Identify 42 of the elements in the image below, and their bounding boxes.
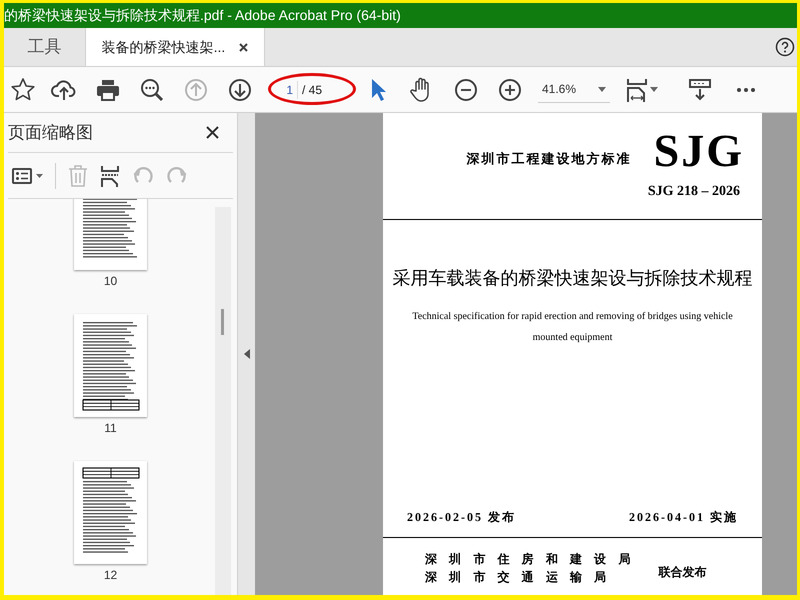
page-number-label: 11 xyxy=(104,421,117,435)
standard-code: SJG 218 – 2026 xyxy=(648,183,740,201)
more-icon[interactable] xyxy=(737,88,755,92)
window-title: 的桥梁快速架设与拆除技术规程.pdf - Adobe Acrobat Pro (64-bit) xyxy=(4,6,401,25)
collapse-arrow-icon[interactable] xyxy=(244,349,250,359)
zoom-out-icon[interactable] xyxy=(454,78,478,102)
cloud-upload-icon[interactable] xyxy=(51,78,77,102)
scrollbar-thumb[interactable] xyxy=(221,309,224,335)
insert-page-icon[interactable] xyxy=(100,164,120,186)
page-number-field[interactable]: 1 xyxy=(272,80,298,98)
caret-icon xyxy=(598,86,606,92)
close-tab-icon[interactable] xyxy=(239,42,248,52)
document-title: 采用车载装备的桥梁快速架设与拆除技术规程 xyxy=(392,267,754,290)
tab[interactable]: 装备的桥梁快速架... xyxy=(85,28,265,66)
standard-series: 深圳市工程建设地方标准 xyxy=(466,150,632,168)
issue-date: 2026-02-05 发布 xyxy=(407,509,516,526)
close-icon[interactable] xyxy=(206,126,219,139)
caret-icon[interactable] xyxy=(36,174,43,178)
fit-width-icon[interactable] xyxy=(626,78,646,102)
page-thumbnail[interactable] xyxy=(74,314,147,417)
scroll-mode-icon[interactable] xyxy=(689,78,711,100)
zoom-search-icon[interactable] xyxy=(140,78,164,102)
document-subtitle: Technical specification for rapid erection and removing of bridges using vehicle mounted equipment xyxy=(411,310,734,345)
page-thumbnail[interactable] xyxy=(74,461,147,564)
panel-title: 页面缩略图 xyxy=(8,122,93,144)
star-icon[interactable] xyxy=(10,76,36,102)
zoom-dropdown[interactable]: 41.6% xyxy=(538,76,610,102)
print-icon[interactable] xyxy=(96,78,120,100)
issuer-name: 深 圳 市 交 通 运 输 局 xyxy=(425,570,612,585)
cursor-icon[interactable] xyxy=(370,78,386,102)
issuer-name: 深 圳 市 住 房 和 建 设 局 xyxy=(425,552,634,567)
joint-issue-label: 联合发布 xyxy=(658,564,706,580)
page-number-label: 10 xyxy=(104,274,118,288)
page-total: / 45 xyxy=(302,82,322,98)
help-icon[interactable] xyxy=(775,37,795,57)
page-number-label: 12 xyxy=(104,568,118,582)
next-page-icon[interactable] xyxy=(228,78,252,102)
caret-icon[interactable] xyxy=(650,87,658,92)
effective-date: 2026-04-01 实施 xyxy=(629,509,738,526)
zoom-in-icon[interactable] xyxy=(498,78,522,102)
list-options-icon[interactable] xyxy=(12,168,32,184)
standard-logo: SJG xyxy=(654,127,744,175)
